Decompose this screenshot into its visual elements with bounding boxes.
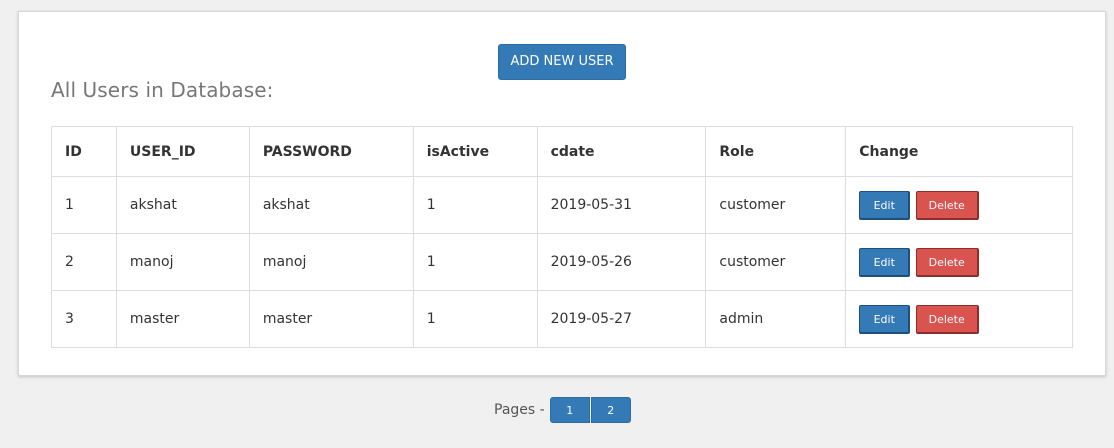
cell-cdate: 2019-05-31 (536, 176, 707, 234)
cell-id: 2 (51, 233, 117, 291)
edit-button[interactable]: Edit (859, 304, 911, 334)
column-header-id: ID (51, 126, 117, 177)
column-header-password: PASSWORD (248, 126, 414, 177)
cell-password: akshat (248, 176, 414, 234)
edit-button[interactable]: Edit (859, 247, 911, 277)
column-header-user-id: USER_ID (115, 126, 250, 177)
pagination-label: Pages - (494, 402, 545, 418)
add-new-user-button[interactable]: ADD NEW USER (498, 44, 626, 80)
cell-change: Edit Delete (845, 176, 1073, 234)
pagination: Pages - 1 2 (494, 397, 631, 423)
cell-password: master (248, 290, 414, 348)
page-button-2[interactable]: 2 (590, 397, 631, 423)
cell-cdate: 2019-05-27 (536, 290, 707, 348)
column-header-change: Change (845, 126, 1073, 177)
delete-button[interactable]: Delete (915, 247, 979, 277)
delete-button[interactable]: Delete (915, 190, 979, 220)
cell-is-active: 1 (412, 290, 538, 348)
table-row: 1 akshat akshat 1 2019-05-31 customer Ed… (51, 176, 1073, 234)
delete-button[interactable]: Delete (915, 304, 979, 334)
cell-change: Edit Delete (845, 290, 1073, 348)
cell-role: admin (705, 290, 847, 348)
users-panel: ADD NEW USER All Users in Database: ID U… (18, 11, 1106, 376)
column-header-role: Role (705, 126, 847, 177)
cell-role: customer (705, 233, 847, 291)
page-title: All Users in Database: (51, 78, 274, 102)
cell-id: 3 (51, 290, 117, 348)
cell-is-active: 1 (412, 233, 538, 291)
cell-change: Edit Delete (845, 233, 1073, 291)
table-row: 3 master master 1 2019-05-27 admin Edit … (51, 290, 1073, 348)
edit-button[interactable]: Edit (859, 190, 911, 220)
cell-role: customer (705, 176, 847, 234)
users-table: ID USER_ID PASSWORD isActive cdate Role … (51, 126, 1073, 348)
cell-is-active: 1 (412, 176, 538, 234)
cell-user-id: akshat (115, 176, 250, 234)
cell-user-id: manoj (115, 233, 250, 291)
cell-cdate: 2019-05-26 (536, 233, 707, 291)
cell-password: manoj (248, 233, 414, 291)
page-button-1[interactable]: 1 (549, 397, 590, 423)
cell-id: 1 (51, 176, 117, 234)
table-row: 2 manoj manoj 1 2019-05-26 customer Edit… (51, 233, 1073, 291)
column-header-cdate: cdate (536, 126, 707, 177)
column-header-is-active: isActive (412, 126, 538, 177)
table-header-row: ID USER_ID PASSWORD isActive cdate Role … (51, 126, 1073, 177)
cell-user-id: master (115, 290, 250, 348)
